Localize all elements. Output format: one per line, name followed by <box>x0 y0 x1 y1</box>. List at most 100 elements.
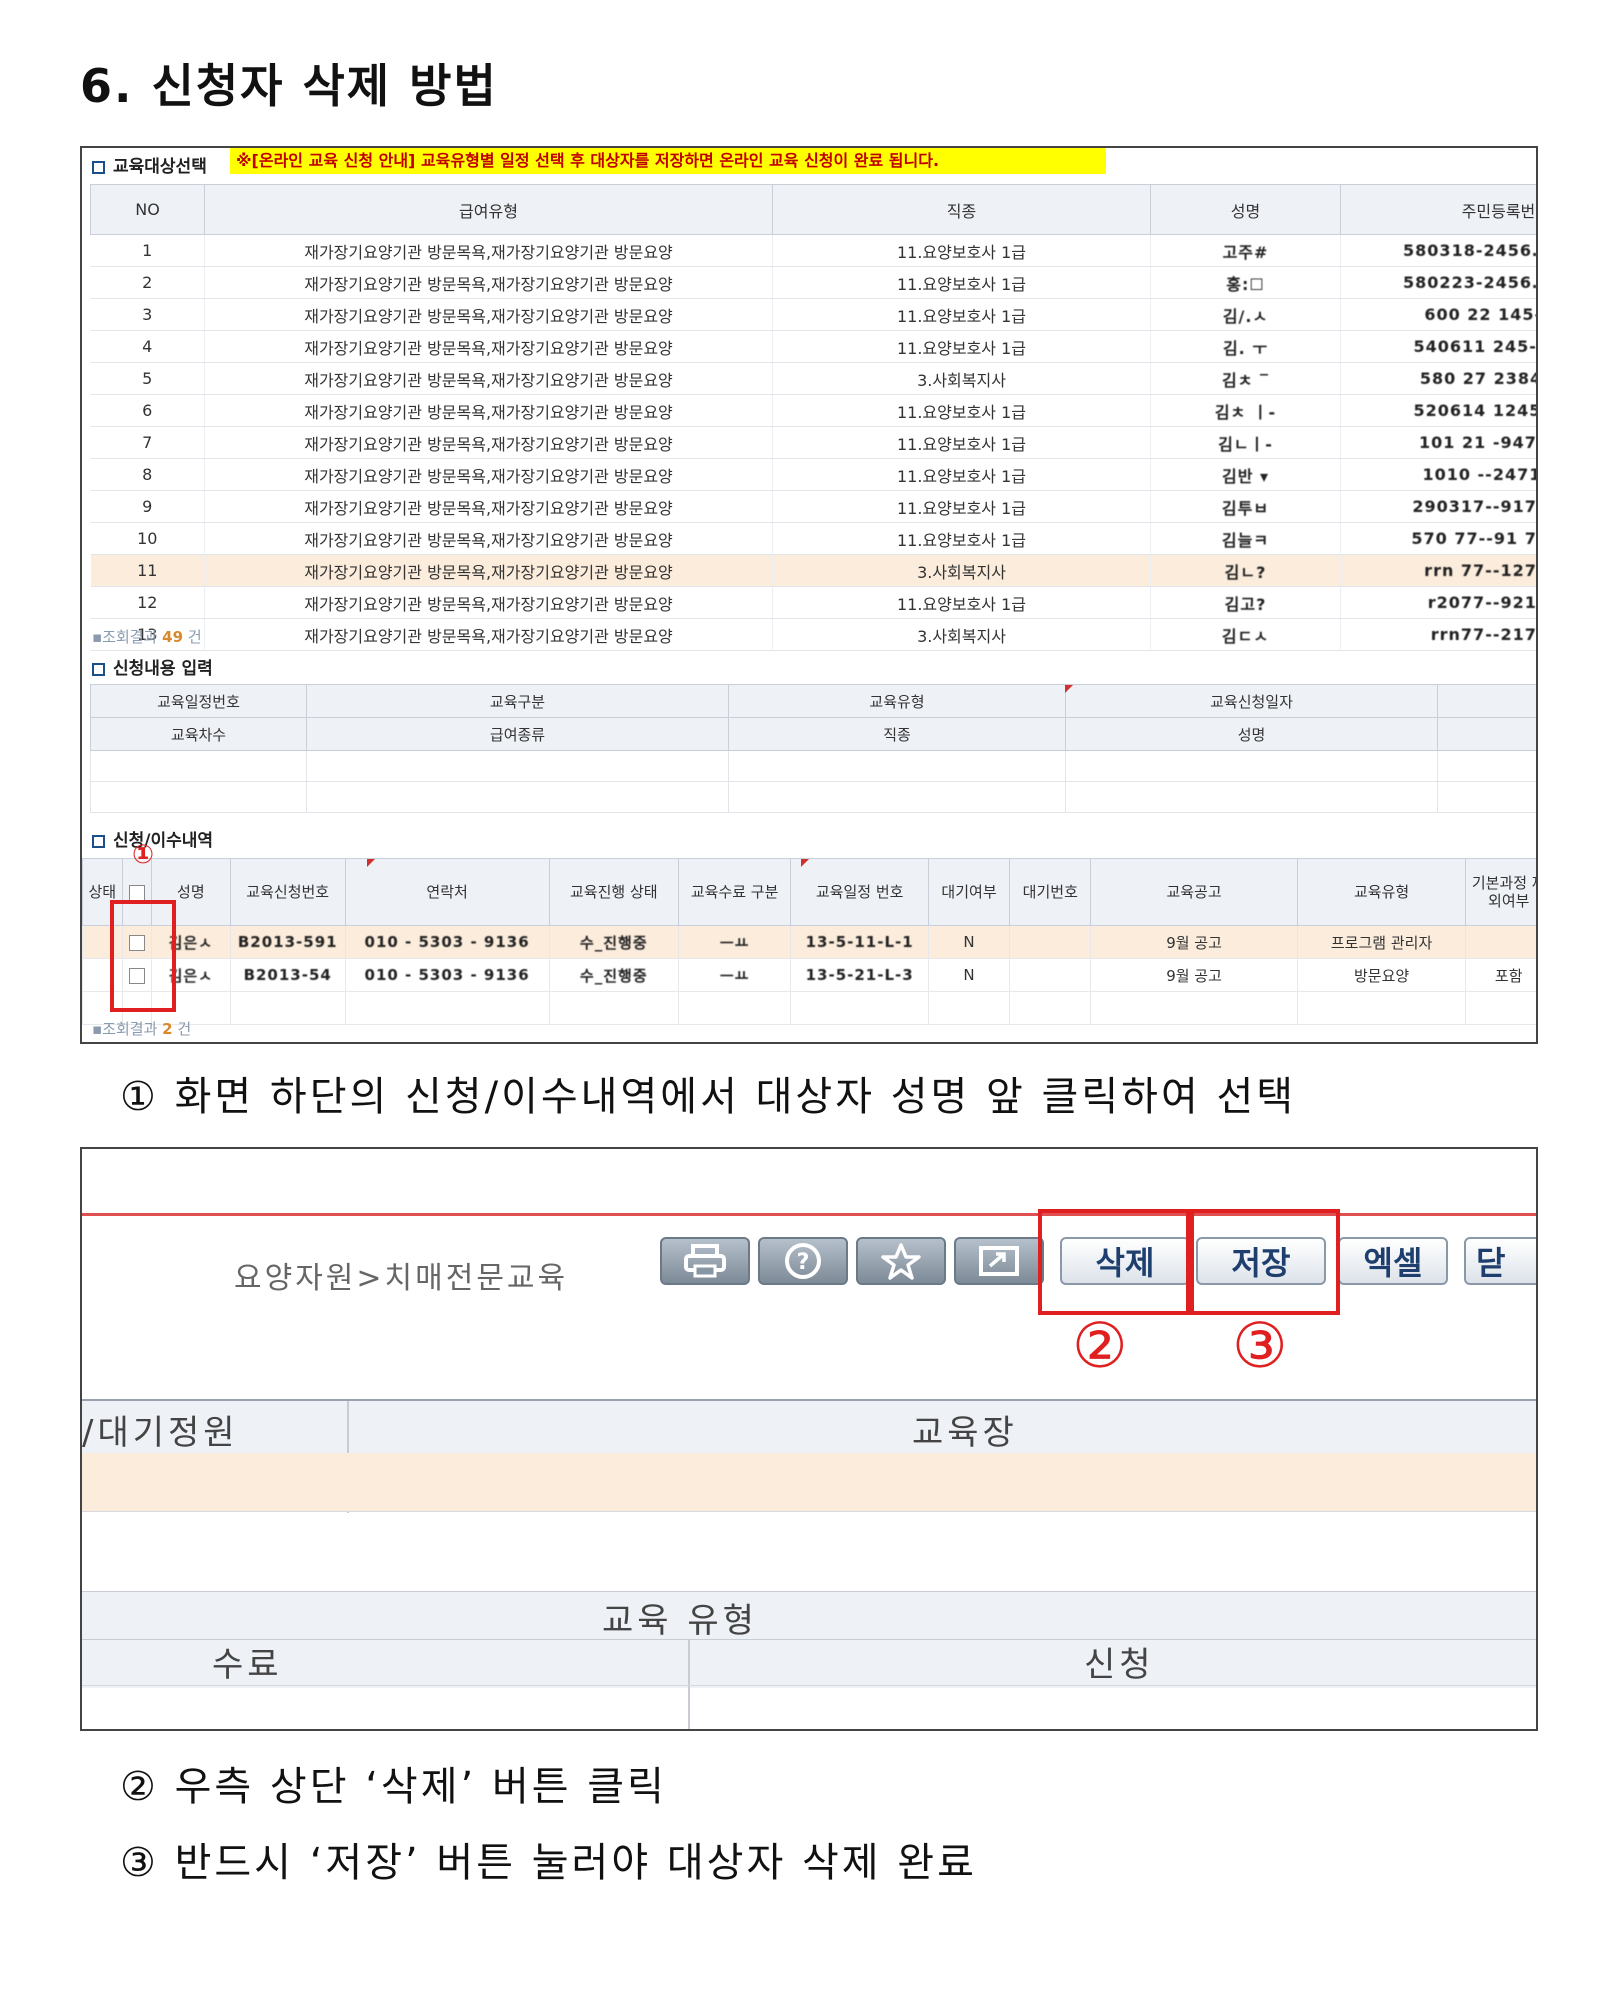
export-button[interactable] <box>954 1237 1044 1285</box>
cell-rrn: 580318-2456… <box>1340 234 1536 267</box>
cell-benefit-type: 재가장기요양기관 방문목욕,재가장기요양기관 방문요양 <box>204 362 773 395</box>
label-name: 성명 <box>1065 717 1438 751</box>
cell-notice: 9월 공고 <box>1090 958 1298 992</box>
table-row[interactable]: 11 재가장기요양기관 방문목욕,재가장기요양기관 방문요양 3.사회복지사 김ㄴ? r… <box>90 554 1536 587</box>
cell-name: 김투ㅂ <box>1150 490 1341 523</box>
label-empty <box>1437 717 1536 751</box>
input-cell[interactable] <box>90 750 307 782</box>
input-cell[interactable] <box>728 750 1066 782</box>
step1-marker: ① <box>132 840 155 870</box>
cell-name: 김고? <box>1150 586 1341 619</box>
label-apply-date: 교육신청일자 <box>1065 684 1438 718</box>
input-cell[interactable] <box>306 781 729 813</box>
cell-job: 11.요양보호사 1급 <box>772 266 1151 299</box>
table-row[interactable]: 13 재가장기요양기관 방문목욕,재가장기요양기관 방문요양 3.사회복지사 김ㄷㅅ r… <box>90 618 1536 651</box>
input-cell[interactable] <box>1065 750 1438 782</box>
cell-rrn: 290317--9175 <box>1340 490 1536 523</box>
help-icon: ? <box>785 1243 821 1279</box>
cell-rrn: r2077--9217 <box>1340 586 1536 619</box>
table-row[interactable]: 9 재가장기요양기관 방문목욕,재가장기요양기관 방문요양 11.요양보호사 1급 김… <box>90 490 1536 523</box>
history-col-header: 대기번호 <box>1009 858 1092 926</box>
input-cell[interactable] <box>90 781 307 813</box>
cell-name: 김ㄷㅅ <box>1150 618 1341 651</box>
cell-name: 김ㄴ? <box>1150 554 1341 587</box>
input-cell[interactable] <box>306 750 729 782</box>
print-button[interactable] <box>660 1237 750 1285</box>
cell-rrn: 520614 1245- <box>1340 394 1536 427</box>
cell-rrn: rrn 77--1277 <box>1340 554 1536 587</box>
required-marker <box>367 859 375 867</box>
close-button[interactable]: 닫 <box>1464 1237 1536 1285</box>
cell-rrn: 580 27 2384/ <box>1340 362 1536 395</box>
table-row[interactable]: 5 재가장기요양기관 방문목욕,재가장기요양기관 방문요양 3.사회복지사 김ㅊ ‾ 5… <box>90 362 1536 395</box>
table-row[interactable]: 3 재가장기요양기관 방문목욕,재가장기요양기관 방문요양 11.요양보호사 1급 김… <box>90 298 1536 331</box>
cell-excl: 포함 <box>1465 958 1536 992</box>
cell-benefit-type: 재가장기요양기관 방문목욕,재가장기요양기관 방문요양 <box>204 394 773 427</box>
favorite-button[interactable] <box>856 1237 946 1285</box>
col-header-location: 교육장 <box>912 1413 1018 1453</box>
section-bullet-icon <box>92 834 105 848</box>
cell-progress: 수_진행중 <box>548 958 679 992</box>
cell-name: 김ㅊ ㅣ- <box>1150 394 1341 427</box>
table-row[interactable]: 7 재가장기요양기관 방문목욕,재가장기요양기관 방문요양 11.요양보호사 1급 김… <box>90 426 1536 459</box>
step3-marker: ③ <box>1232 1309 1288 1382</box>
cell-rrn: 580223-2456… <box>1340 266 1536 299</box>
excel-button[interactable]: 엑셀 <box>1338 1237 1448 1285</box>
selected-grid-row[interactable] <box>82 1453 1536 1511</box>
application-input-table: 교육일정번호 교육구분 교육유형 교육신청일자 교육차수 급여종류 직종 성명 <box>90 684 1536 813</box>
highlight-checkbox-box <box>110 900 176 1012</box>
table-row[interactable]: 10 재가장기요양기관 방문목욕,재가장기요양기관 방문요양 11.요양보호사 1급… <box>90 522 1536 555</box>
required-marker <box>1065 685 1073 693</box>
cell-appno: B2013-591 <box>229 925 346 959</box>
label-edu-type: 교육유형 <box>728 684 1066 718</box>
col-header-edu-type: 교육 유형 <box>602 1601 758 1641</box>
table-row[interactable]: 1 재가장기요양기관 방문목욕,재가장기요양기관 방문요양 11.요양보호사 1급 고… <box>90 234 1536 267</box>
section-title-target: 교육대상선택 <box>92 152 207 177</box>
col-header-complete: 수료 <box>212 1645 283 1685</box>
cell-no: 3 <box>90 298 205 331</box>
cell-wait: N <box>927 925 1011 959</box>
cell-job: 11.요양보호사 1급 <box>772 490 1151 523</box>
cell-contact: 010 - 5303 - 9136 <box>344 925 550 959</box>
history-row[interactable]: 김은ㅅ B2013-54 010 - 5303 - 9136 수_진행중 ㅡㅛ 13-5-… <box>82 958 1536 992</box>
history-row[interactable]: 김은ㅅ B2013-591 010 - 5303 - 9136 수_진행중 ㅡㅛ 13-5… <box>82 925 1536 959</box>
help-button[interactable]: ? <box>758 1237 848 1285</box>
section-bullet-icon <box>92 160 105 174</box>
col-header-job: 직종 <box>772 184 1151 235</box>
cell-job: 11.요양보호사 1급 <box>772 330 1151 363</box>
cell-complete: ㅡㅛ <box>677 925 792 959</box>
input-cell[interactable] <box>728 781 1066 813</box>
input-cell[interactable] <box>1065 781 1438 813</box>
cell-no: 11 <box>90 554 205 587</box>
cell-etype: 프로그램 관리자 <box>1296 925 1467 959</box>
cell-job: 11.요양보호사 1급 <box>772 458 1151 491</box>
cell-benefit-type: 재가장기요양기관 방문목욕,재가장기요양기관 방문요양 <box>204 298 773 331</box>
cell-benefit-type: 재가장기요양기관 방문목욕,재가장기요양기관 방문요양 <box>204 618 773 651</box>
select-all-checkbox[interactable] <box>128 884 145 901</box>
target-table: NO 급여유형 직종 성명 주민등록번호 1재가장기요양기관 방문목욕,재가장기… <box>90 184 1536 651</box>
input-cell <box>1437 750 1536 782</box>
table-row[interactable]: 6 재가장기요양기관 방문목욕,재가장기요양기관 방문요양 11.요양보호사 1급 김… <box>90 394 1536 427</box>
cell-job: 11.요양보호사 1급 <box>772 586 1151 619</box>
col-header-rrn: 주민등록번호 <box>1340 184 1536 235</box>
cell-name: 김ㄴㅣ- <box>1150 426 1341 459</box>
history-row-empty <box>82 991 1536 1025</box>
history-col-header: 교육신청번호 <box>229 858 346 926</box>
col-divider <box>688 1639 690 1729</box>
label-job: 직종 <box>728 717 1066 751</box>
cell-benefit-type: 재가장기요양기관 방문목욕,재가장기요양기관 방문요양 <box>204 522 773 555</box>
cell-notice: 9월 공고 <box>1090 925 1298 959</box>
history-col-header: 교육수료 구분 <box>677 858 792 926</box>
table-row[interactable]: 2 재가장기요양기관 방문목욕,재가장기요양기관 방문요양 11.요양보호사 1급 홍… <box>90 266 1536 299</box>
table-row[interactable]: 4 재가장기요양기관 방문목욕,재가장기요양기관 방문요양 11.요양보호사 1급 김… <box>90 330 1536 363</box>
cell-benefit-type: 재가장기요양기관 방문목욕,재가장기요양기관 방문요양 <box>204 234 773 267</box>
cell-benefit-type: 재가장기요양기관 방문목욕,재가장기요양기관 방문요양 <box>204 586 773 619</box>
table-row[interactable]: 8 재가장기요양기관 방문목욕,재가장기요양기관 방문요양 11.요양보호사 1급 김… <box>90 458 1536 491</box>
highlight-save <box>1186 1209 1340 1315</box>
cell-benefit-type: 재가장기요양기관 방문목욕,재가장기요양기관 방문요양 <box>204 490 773 523</box>
cell-no: 1 <box>90 234 205 267</box>
cell-no: 4 <box>90 330 205 363</box>
divider <box>82 1511 1536 1512</box>
section-bullet-icon <box>92 662 105 676</box>
table-row[interactable]: 12 재가장기요양기관 방문목욕,재가장기요양기관 방문요양 11.요양보호사 1급… <box>90 586 1536 619</box>
